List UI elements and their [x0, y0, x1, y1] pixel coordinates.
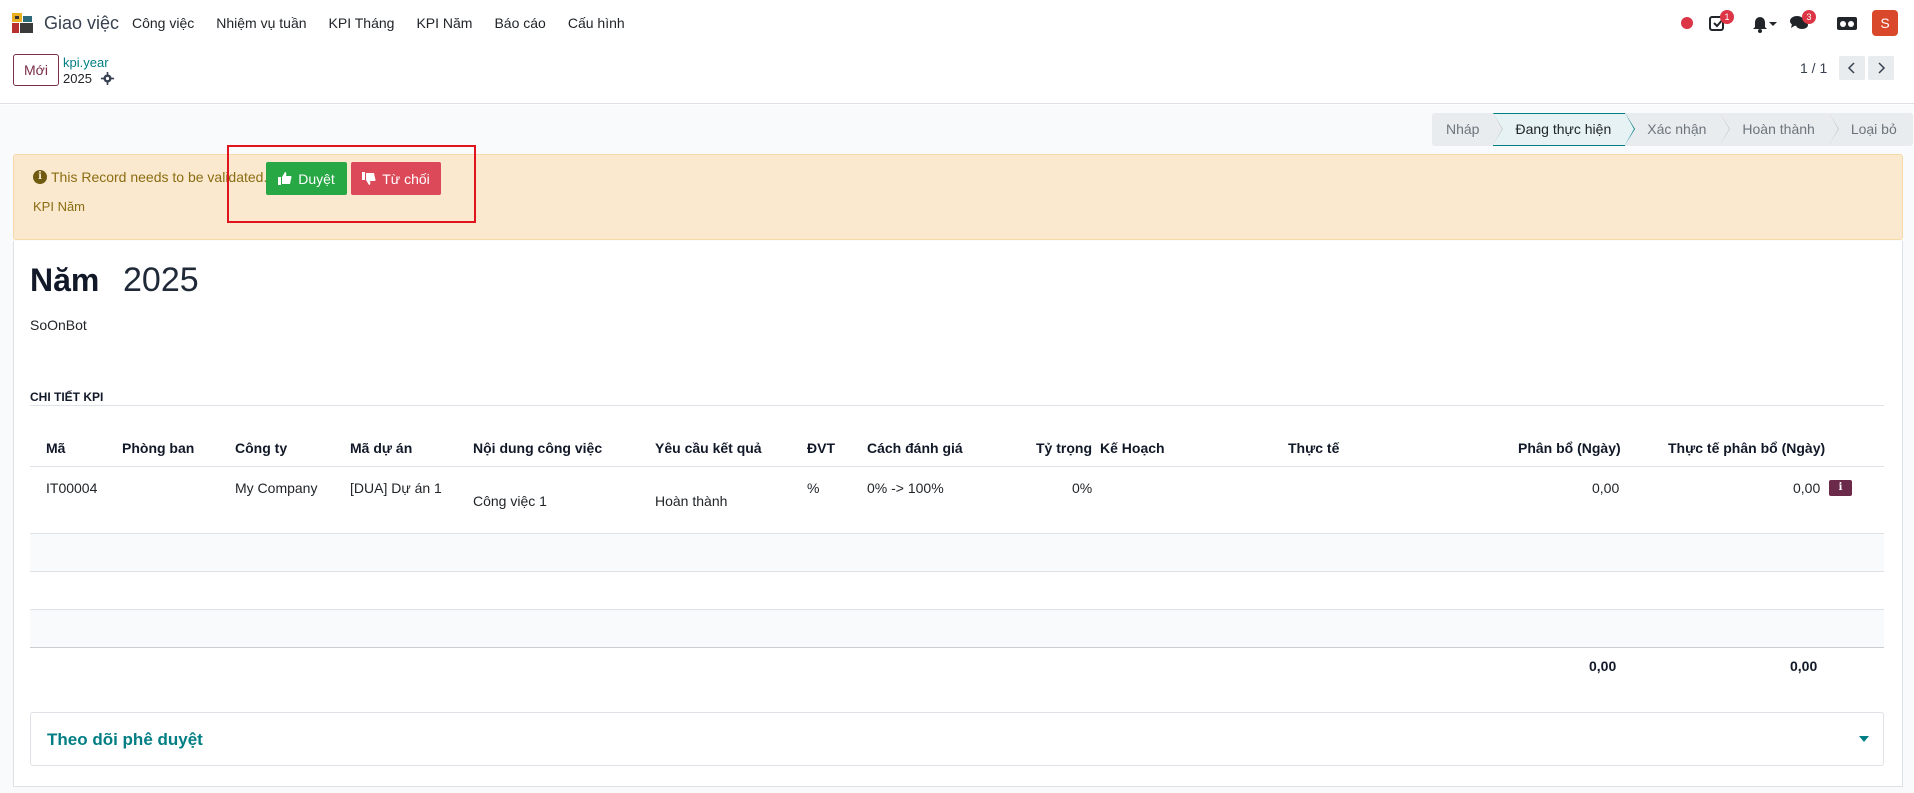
- stage-nhap[interactable]: Nháp: [1432, 113, 1504, 146]
- pager-counter[interactable]: 1 / 1: [1800, 60, 1827, 76]
- alert-subtitle: KPI Năm: [33, 199, 86, 214]
- stage-label: Loại bỏ: [1850, 121, 1897, 137]
- cell-weight: 0%: [1072, 480, 1093, 496]
- stage-label: Nháp: [1446, 121, 1480, 137]
- user-avatar[interactable]: S: [1872, 10, 1898, 36]
- total-actual-allocated: 0,00: [1790, 658, 1818, 674]
- column-header-evaluation[interactable]: Cách đánh giá: [867, 440, 963, 456]
- column-header-actual-allocated[interactable]: Thực tế phân bổ (Ngày): [1668, 440, 1825, 456]
- menu-item-kpi-thang[interactable]: KPI Tháng: [329, 15, 395, 31]
- section-title-kpi-details: CHI TIẾT KPI: [30, 390, 104, 404]
- menu-item-bao-cao[interactable]: Báo cáo: [494, 15, 545, 31]
- menu-item-cong-viec[interactable]: Công việc: [132, 15, 194, 31]
- column-header-project[interactable]: Mã dự án: [350, 440, 412, 456]
- form-sheet: [13, 241, 1903, 787]
- cell-allocated: 0,00: [1592, 480, 1620, 496]
- screen-share-icon[interactable]: [1836, 13, 1858, 33]
- messages-count-badge: 3: [1802, 10, 1816, 24]
- menu-item-kpi-nam[interactable]: KPI Năm: [416, 15, 472, 31]
- column-header-actual[interactable]: Thực tế: [1288, 440, 1339, 456]
- section-divider: [30, 405, 1884, 406]
- breadcrumb-record: 2025: [63, 71, 92, 86]
- recording-indicator-icon[interactable]: [1681, 17, 1693, 29]
- cell-project: [DUA] Dự án 1: [350, 480, 442, 496]
- chevron-right-icon: [1878, 62, 1886, 74]
- new-button[interactable]: Mới: [13, 54, 59, 86]
- table-header-divider: [30, 466, 1884, 467]
- chevron-down-icon[interactable]: [1768, 13, 1778, 33]
- cell-requirement: Hoàn thành: [655, 493, 728, 509]
- empty-row[interactable]: [30, 534, 1884, 571]
- pager-next-button[interactable]: [1868, 56, 1894, 80]
- cell-evaluation: 0% -> 100%: [867, 480, 944, 496]
- column-header-unit[interactable]: ĐVT: [807, 440, 835, 456]
- main-menu: Công việc Nhiệm vụ tuần KPI Tháng KPI Nă…: [132, 15, 647, 31]
- owner-field[interactable]: SoOnBot: [30, 317, 87, 333]
- bell-icon[interactable]: [1750, 13, 1770, 33]
- cell-actual-allocated: 0,00: [1793, 480, 1821, 496]
- breadcrumb-model-link[interactable]: kpi.year: [63, 55, 109, 70]
- stage-hoan-thanh[interactable]: Hoàn thành: [1720, 113, 1839, 146]
- cell-company: My Company: [235, 480, 318, 496]
- column-header-content[interactable]: Nội dung công việc: [473, 440, 602, 456]
- control-panel: Mới kpi.year 2025 1 / 1: [0, 46, 1914, 104]
- stage-loai-bo[interactable]: Loại bỏ: [1828, 113, 1913, 146]
- cell-content: Công việc 1: [473, 493, 547, 509]
- year-field-value[interactable]: 2025: [123, 261, 199, 300]
- column-header-department[interactable]: Phòng ban: [122, 440, 194, 456]
- column-header-weight[interactable]: Tỷ trọng: [1036, 440, 1092, 456]
- total-allocated: 0,00: [1589, 658, 1617, 674]
- column-header-company[interactable]: Công ty: [235, 440, 287, 456]
- info-circle-icon: i: [33, 170, 47, 184]
- row-info-icon[interactable]: i: [1829, 480, 1852, 496]
- empty-row[interactable]: [30, 572, 1884, 609]
- stage-xac-nhan[interactable]: Xác nhận: [1625, 113, 1731, 146]
- app-logo-icon[interactable]: [11, 11, 35, 35]
- stage-label: Xác nhận: [1647, 121, 1707, 137]
- status-bar: Nháp Đang thực hiện Xác nhận Hoàn thành …: [1432, 113, 1913, 146]
- stage-label: Hoàn thành: [1742, 121, 1815, 137]
- cell-unit: %: [807, 480, 820, 496]
- empty-row[interactable]: [30, 610, 1884, 647]
- approval-tracker-title: Theo dõi phê duyệt: [47, 730, 203, 749]
- table-footer-divider: [30, 647, 1884, 648]
- column-header-allocated[interactable]: Phân bổ (Ngày): [1518, 440, 1621, 456]
- pager-previous-button[interactable]: [1839, 56, 1865, 80]
- activity-count-badge: 1: [1720, 10, 1734, 24]
- year-field-label: Năm: [30, 262, 100, 298]
- caret-down-icon[interactable]: [1859, 736, 1869, 742]
- cell-code: IT00004: [46, 480, 98, 496]
- app-name[interactable]: Giao việc: [44, 13, 119, 34]
- stage-label: Đang thực hiện: [1515, 121, 1612, 137]
- menu-item-nhiem-vu-tuan[interactable]: Nhiệm vụ tuần: [216, 15, 306, 31]
- column-header-plan[interactable]: Kế Hoạch: [1100, 440, 1165, 456]
- top-navbar: Giao việc Công việc Nhiệm vụ tuần KPI Th…: [0, 0, 1914, 46]
- menu-item-cau-hinh[interactable]: Cấu hình: [568, 15, 625, 31]
- column-header-code[interactable]: Mã: [46, 440, 65, 456]
- approval-tracker-panel[interactable]: Theo dõi phê duyệt: [30, 712, 1884, 766]
- chevron-left-icon: [1847, 62, 1855, 74]
- column-header-requirement[interactable]: Yêu cầu kết quả: [655, 440, 762, 456]
- stage-dang-thuc-hien[interactable]: Đang thực hiện: [1493, 113, 1636, 146]
- gear-icon[interactable]: [101, 72, 114, 85]
- annotation-highlight-box: [227, 145, 476, 223]
